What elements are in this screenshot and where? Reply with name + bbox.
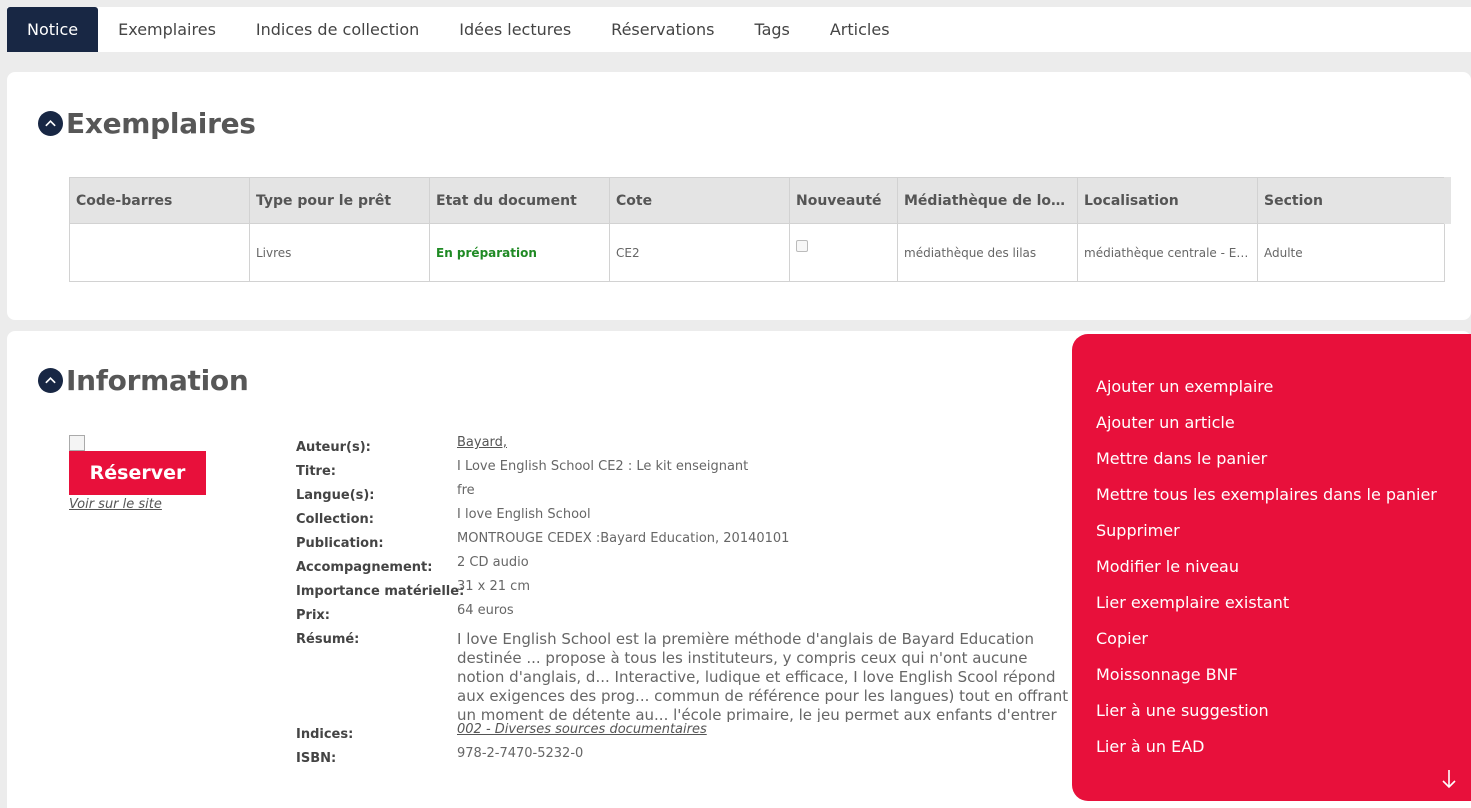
menu-link-existing[interactable]: Lier exemplaire existant xyxy=(1072,591,1471,627)
col-section[interactable]: Section xyxy=(1257,177,1445,224)
field-importance: Importance matérielle: 31 x 21 cm xyxy=(296,579,1076,603)
field-label: Langue(s): xyxy=(296,488,375,503)
field-prix: Prix: 64 euros xyxy=(296,603,1076,627)
field-label: Prix: xyxy=(296,608,330,623)
author-link[interactable]: Bayard, xyxy=(457,435,507,459)
information-title: Information xyxy=(66,364,249,397)
field-label: ISBN: xyxy=(296,751,337,766)
menu-link-suggestion[interactable]: Lier à une suggestion xyxy=(1072,699,1471,735)
field-value: 64 euros xyxy=(457,603,514,618)
col-etat-document[interactable]: Etat du document xyxy=(429,177,610,224)
menu-delete[interactable]: Supprimer xyxy=(1072,519,1471,555)
cell-nouveaute xyxy=(789,223,898,282)
field-label: Collection: xyxy=(296,512,374,527)
col-mediatheque[interactable]: Médiathèque de locali... xyxy=(897,177,1078,224)
collapse-information-icon[interactable] xyxy=(38,368,63,393)
cell-mediatheque: médiathèque des lilas xyxy=(897,223,1078,282)
field-value: 31 x 21 cm xyxy=(457,579,530,594)
field-accompagnement: Accompagnement: 2 CD audio xyxy=(296,555,1076,579)
view-on-site-link[interactable]: Voir sur le site xyxy=(69,497,206,512)
field-titre: Titre: I Love English School CE2 : Le ki… xyxy=(296,459,1076,483)
table-row[interactable]: Livres En préparation CE2 médiathèque de… xyxy=(69,223,1445,282)
action-menu: Ajouter un exemplaire Ajouter un article… xyxy=(1072,334,1471,801)
field-resume: Résumé: I love English School est la pre… xyxy=(296,627,1076,722)
field-label: Résumé: xyxy=(296,632,360,647)
menu-add-to-cart[interactable]: Mettre dans le panier xyxy=(1072,447,1471,483)
tab-idees-lectures[interactable]: Idées lectures xyxy=(439,7,591,52)
cell-barcode xyxy=(69,223,250,282)
information-header: Information xyxy=(38,364,249,397)
cover-image xyxy=(69,435,85,451)
cell-section: Adulte xyxy=(1257,223,1445,282)
field-label: Importance matérielle: xyxy=(296,584,465,599)
collapse-exemplaires-icon[interactable] xyxy=(38,111,63,136)
col-cote[interactable]: Cote xyxy=(609,177,790,224)
menu-add-article[interactable]: Ajouter un article xyxy=(1072,411,1471,447)
field-langue: Langue(s): fre xyxy=(296,483,1076,507)
notice-fields: Auteur(s): Bayard, Titre: I Love English… xyxy=(296,435,1076,770)
menu-harvest-bnf[interactable]: Moissonnage BNF xyxy=(1072,663,1471,699)
cell-localisation: médiathèque centrale - Et... xyxy=(1077,223,1258,282)
cell-status: En préparation xyxy=(429,223,610,282)
col-code-barres[interactable]: Code-barres xyxy=(69,177,250,224)
exemplaires-panel: Exemplaires Code-barres Type pour le prê… xyxy=(7,72,1471,320)
cover-block: Réserver Voir sur le site xyxy=(69,435,206,512)
col-nouveaute[interactable]: Nouveauté xyxy=(789,177,898,224)
cell-cote: CE2 xyxy=(609,223,790,282)
field-value: MONTROUGE CEDEX :Bayard Education, 20140… xyxy=(457,531,790,546)
nouveaute-checkbox[interactable] xyxy=(796,240,808,252)
menu-add-exemplaire[interactable]: Ajouter un exemplaire xyxy=(1072,375,1471,411)
field-value: I Love English School CE2 : Le kit ensei… xyxy=(457,459,749,474)
field-label: Indices: xyxy=(296,727,354,742)
tab-articles[interactable]: Articles xyxy=(810,7,910,52)
field-value: fre xyxy=(457,483,475,498)
field-auteur: Auteur(s): Bayard, xyxy=(296,435,1076,459)
table-header-overflow xyxy=(1444,177,1451,224)
field-publication: Publication: MONTROUGE CEDEX :Bayard Edu… xyxy=(296,531,1076,555)
arrow-down-icon[interactable] xyxy=(1441,768,1457,790)
field-value: I love English School xyxy=(457,507,591,522)
menu-link-ead[interactable]: Lier à un EAD xyxy=(1072,735,1471,771)
menu-modify-level[interactable]: Modifier le niveau xyxy=(1072,555,1471,591)
col-type-pret[interactable]: Type pour le prêt xyxy=(249,177,430,224)
menu-add-all-to-cart[interactable]: Mettre tous les exemplaires dans le pani… xyxy=(1072,483,1471,519)
field-label: Titre: xyxy=(296,464,336,479)
field-label: Accompagnement: xyxy=(296,560,433,575)
exemplaires-header: Exemplaires xyxy=(38,107,256,140)
tab-exemplaires[interactable]: Exemplaires xyxy=(98,7,236,52)
table-header-row: Code-barres Type pour le prêt Etat du do… xyxy=(69,177,1445,224)
col-localisation[interactable]: Localisation xyxy=(1077,177,1258,224)
field-indices: Indices: 002 - Diverses sources document… xyxy=(296,722,1076,746)
tab-notice[interactable]: Notice xyxy=(7,7,99,52)
exemplaires-title: Exemplaires xyxy=(66,107,256,140)
field-isbn: ISBN: 978-2-7470-5232-0 xyxy=(296,746,1076,770)
tab-indices-collection[interactable]: Indices de collection xyxy=(236,7,439,52)
field-label: Publication: xyxy=(296,536,384,551)
field-label: Auteur(s): xyxy=(296,440,371,455)
tab-reservations[interactable]: Réservations xyxy=(591,7,734,52)
menu-copy[interactable]: Copier xyxy=(1072,627,1471,663)
field-value: 2 CD audio xyxy=(457,555,529,570)
exemplaires-table: Code-barres Type pour le prêt Etat du do… xyxy=(69,177,1445,282)
cell-type: Livres xyxy=(249,223,430,282)
field-collection: Collection: I love English School xyxy=(296,507,1076,531)
resume-text: I love English School est la première mé… xyxy=(457,630,1069,722)
field-value: 978-2-7470-5232-0 xyxy=(457,746,584,761)
indices-link[interactable]: 002 - Diverses sources documentaires xyxy=(457,722,707,746)
reserve-button[interactable]: Réserver xyxy=(69,451,206,495)
tab-bar: Notice Exemplaires Indices de collection… xyxy=(7,7,1471,52)
tab-tags[interactable]: Tags xyxy=(734,7,809,52)
